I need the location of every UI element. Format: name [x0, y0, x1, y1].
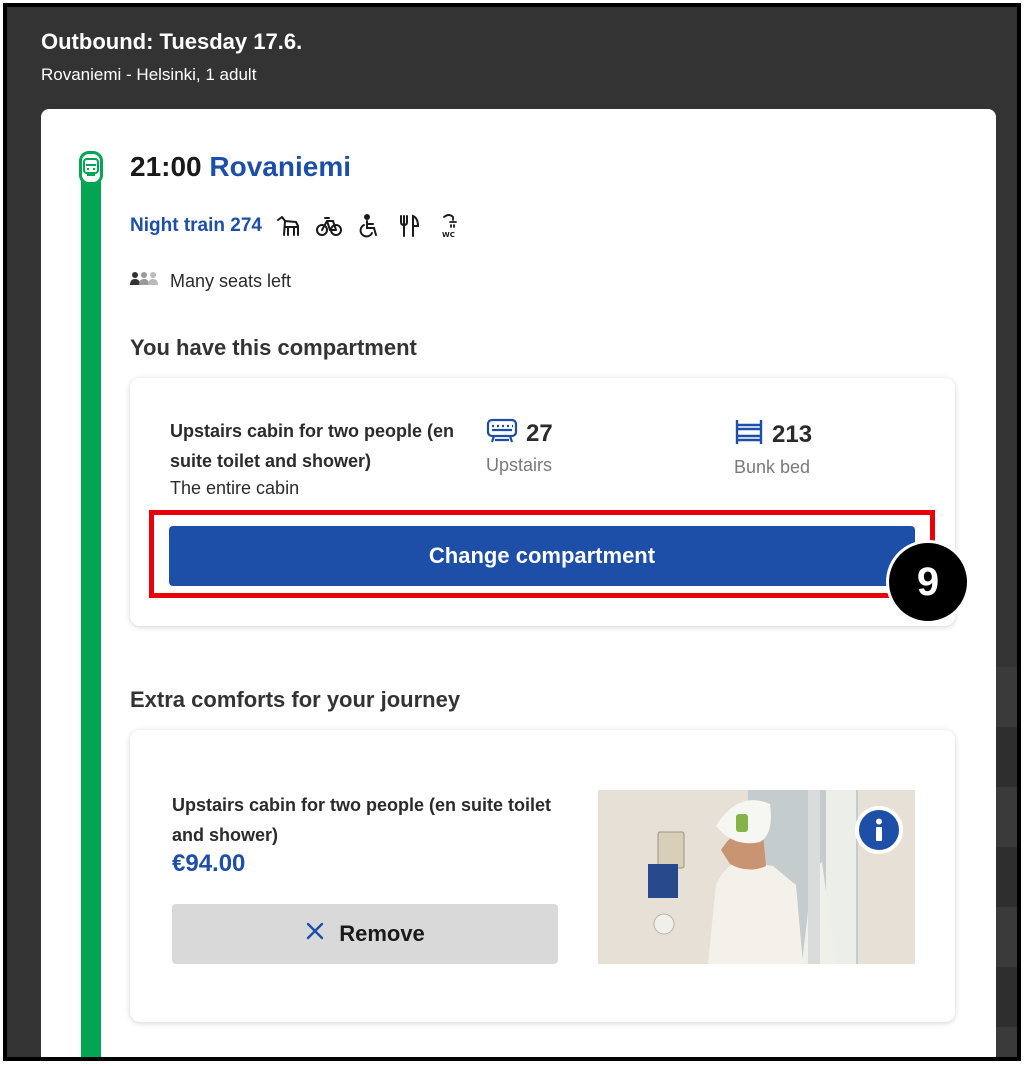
page-title: Outbound: Tuesday 17.6.: [41, 29, 303, 54]
train-icon: [79, 151, 103, 185]
info-icon[interactable]: [855, 806, 903, 854]
train-info: Night train 274 WC: [130, 213, 462, 239]
journey-panel: 21:00 Rovaniemi Night train 274 WC Many …: [41, 109, 996, 1057]
bed-info: 213 Bunk bed: [734, 418, 812, 478]
seat-availability: Many seats left: [130, 271, 291, 292]
availability-text: Many seats left: [170, 271, 292, 291]
compartment-card: Upstairs cabin for two people (en suite …: [130, 378, 970, 626]
wheelchair-icon: [356, 213, 382, 239]
pet-icon: [276, 213, 302, 239]
restaurant-icon: [396, 213, 422, 239]
close-icon: [305, 921, 325, 947]
extras-card: Upstairs cabin for two people (en suite …: [130, 730, 955, 1022]
svg-text:WC: WC: [442, 231, 455, 239]
car-number: 27: [526, 419, 553, 447]
compartment-section-title: You have this compartment: [130, 335, 417, 360]
bicycle-icon: [315, 213, 342, 239]
page-subtitle: Rovaniemi - Helsinki, 1 adult: [41, 65, 257, 84]
cabin-name: Upstairs cabin for two people (en suite …: [170, 421, 455, 471]
bunk-bed-icon: [734, 418, 764, 451]
train-car-icon: [486, 418, 518, 449]
departure-heading: 21:00 Rovaniemi: [130, 151, 351, 183]
shower-wc-icon: WC: [436, 213, 462, 239]
departure-station-link[interactable]: Rovaniemi: [209, 151, 351, 182]
bed-label: Bunk bed: [734, 457, 811, 477]
people-icon: [130, 271, 158, 292]
extras-section-title: Extra comforts for your journey: [130, 687, 461, 712]
cabin-type: The entire cabin: [170, 478, 300, 498]
car-info: 27 Upstairs: [486, 418, 553, 476]
extra-item-name: Upstairs cabin for two people (en suite …: [172, 795, 552, 845]
remove-button[interactable]: Remove: [172, 904, 558, 964]
change-compartment-button[interactable]: Change compartment: [169, 526, 915, 586]
car-label: Upstairs: [486, 455, 553, 475]
step-number-badge: 9: [886, 540, 970, 624]
extra-item-price: €94.00: [172, 850, 246, 877]
browser-frame: Outbound: Tuesday 17.6. Rovaniemi - Hels…: [3, 3, 1021, 1061]
cabin-photo: [598, 790, 915, 964]
journey-rail: [81, 179, 101, 1057]
train-number-link[interactable]: Night train 274: [130, 215, 262, 237]
bed-number: 213: [772, 420, 813, 448]
remove-label: Remove: [339, 921, 425, 946]
departure-time: 21:00: [130, 151, 202, 182]
